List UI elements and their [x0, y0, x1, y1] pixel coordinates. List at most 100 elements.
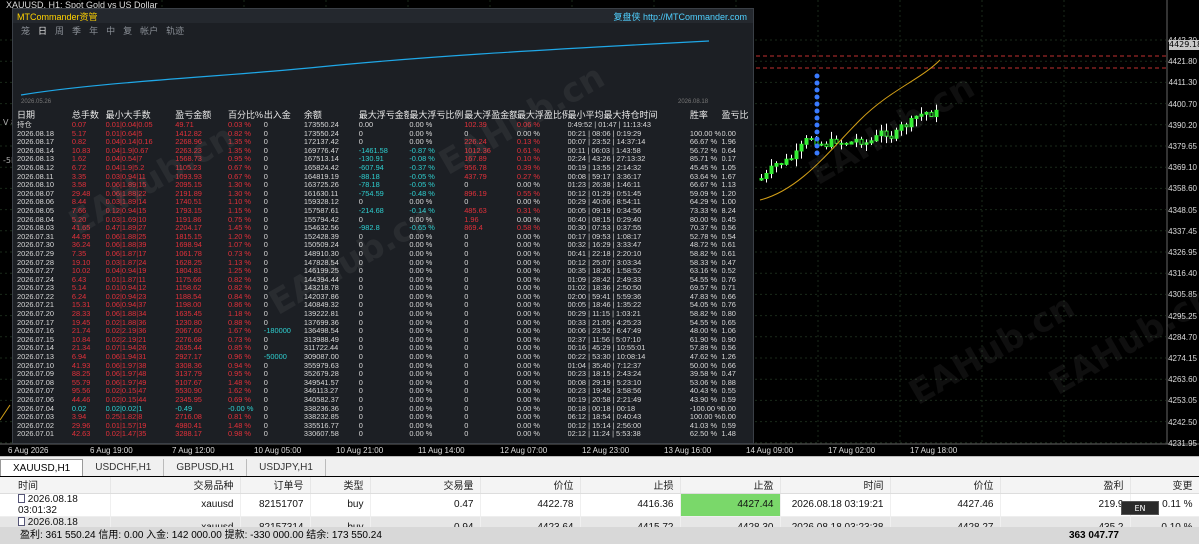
positions-column-header[interactable]: 盈利	[1000, 477, 1131, 494]
stats-cell: 0	[358, 370, 363, 379]
positions-column-header[interactable]: 时间	[0, 477, 111, 494]
stats-cell: 1568.73	[175, 155, 202, 164]
stats-cell: 1.67 %	[227, 327, 251, 336]
candle	[909, 117, 914, 128]
stats-cell: 0.82 %	[227, 129, 251, 138]
stats-cell: 44.46	[71, 396, 91, 404]
stats-cell: 0	[263, 430, 268, 439]
stats-cell: 167.89	[464, 155, 487, 164]
stats-cell: 0	[464, 198, 469, 207]
stats-cell: 6.24	[71, 292, 87, 301]
order-marker	[814, 80, 820, 86]
stats-cell: 0.82 %	[227, 275, 251, 284]
stats-cell: 0	[464, 275, 469, 284]
stats-cell: 0.00 %	[409, 267, 433, 276]
stats-cell: 00:05 | 09:19 | 0:34:56	[567, 206, 642, 215]
time-axis-label: 10 Aug 05:00	[254, 446, 302, 455]
stats-cell: 0.00 %	[409, 292, 433, 301]
symbol-tab[interactable]: XAUUSD,H1	[0, 459, 84, 476]
price-chart[interactable]: XAUUSD, H1: Spot Gold vs US Dollar 4442.…	[0, 0, 1199, 456]
stats-cell: 0.00 %	[409, 138, 433, 147]
symbol-tab[interactable]: USDJPY,H1	[247, 459, 326, 476]
stats-cell: 2026.08.05	[17, 206, 54, 215]
mtcommander-panel[interactable]: MTCommander资管 复盘侠 http://MTCommander.com…	[12, 8, 754, 444]
stats-cell: 21.34	[71, 344, 91, 353]
stats-cell: 0	[358, 353, 363, 362]
stats-cell: 1.96	[721, 138, 736, 147]
stats-row: 2026.07.17 19.45 0.02|1.88|36 1230.80 0.88 %…	[17, 319, 749, 328]
positions-column-header[interactable]: 时间	[780, 477, 891, 494]
stats-cell: 61.90 %	[689, 335, 718, 344]
panel-tab[interactable]: 季	[72, 24, 81, 36]
stats-cell: 0.02|1.88|36	[105, 318, 147, 327]
symbol-tab[interactable]: GBPUSD,H1	[164, 459, 248, 476]
stats-cell: 0	[464, 232, 469, 241]
stats-cell: 0.69 %	[227, 396, 251, 404]
stats-cell: 352679.28	[303, 370, 339, 379]
panel-tab[interactable]: 年	[89, 24, 98, 36]
symbol-tab[interactable]: USDCHF,H1	[83, 459, 165, 476]
order-marker	[814, 108, 820, 114]
language-badge[interactable]: EN	[1121, 501, 1159, 515]
stats-cell: 1.20	[721, 189, 736, 198]
positions-column-header[interactable]: 订单号	[240, 477, 311, 494]
stats-cell: 0	[358, 318, 363, 327]
candle	[799, 143, 804, 152]
positions-column-header[interactable]: 止损	[580, 477, 681, 494]
positions-column-header[interactable]: 类型	[310, 477, 371, 494]
stats-cell: 88.25	[71, 370, 91, 379]
positions-column-header[interactable]: 交易品种	[110, 477, 241, 494]
stats-cell: 00:40 | 08:15 | 0:29:40	[567, 215, 642, 224]
stats-cell: 1698.94	[175, 241, 202, 250]
stats-cell: 0.67 %	[227, 163, 251, 172]
stats-cell: 154632.56	[303, 224, 339, 233]
position-row[interactable]: 2026.08.18 03:01:32 xauusd 82151707 buy 0.47…	[0, 493, 1199, 517]
positions-column-header[interactable]: 止盈	[680, 477, 781, 494]
stats-cell: 0.00 %	[409, 198, 433, 207]
stats-cell: 00:08 | 29:19 | 5:23:10	[567, 378, 642, 387]
stats-cell: 0.17	[721, 155, 736, 164]
stats-cell: 3308.36	[175, 361, 202, 370]
panel-tab[interactable]: 帐户	[140, 24, 158, 36]
stats-cell: 0.00 %	[516, 232, 540, 241]
stats-cell: 53.06 %	[689, 378, 718, 387]
panel-tab[interactable]: 周	[55, 24, 64, 36]
stats-cell: 896.19	[464, 189, 487, 198]
panel-tab[interactable]: 日	[38, 24, 47, 36]
stats-cell: 0.06|1.94|31	[105, 353, 147, 362]
stats-cell: 0.61	[721, 249, 736, 258]
stats-cell: 持仓	[17, 121, 32, 129]
stats-cell: 63.64 %	[689, 172, 718, 181]
candle	[889, 135, 894, 139]
stats-cell: 349541.57	[303, 378, 339, 387]
stats-cell: 0.02|0.15|44	[105, 396, 147, 404]
positions-column-header[interactable]: 价位	[890, 477, 1001, 494]
stats-cell: 0	[358, 430, 363, 439]
stats-cell: 4980.41	[175, 421, 202, 430]
panel-tab[interactable]: 复	[123, 24, 132, 36]
panel-tab[interactable]: 轨迹	[166, 24, 184, 36]
stats-cell: 29.48	[71, 189, 91, 198]
stats-cell: 0	[263, 275, 268, 284]
positions-column-header[interactable]: 价位	[480, 477, 581, 494]
stats-cell: 0	[263, 404, 268, 413]
stats-cell: 311722.44	[303, 344, 339, 353]
stats-cell: 136498.54	[303, 327, 339, 336]
stats-cell: 0.00 %	[516, 310, 540, 319]
panel-tab[interactable]: 笼	[21, 24, 30, 36]
stats-cell: 165824.42	[303, 163, 339, 172]
stats-cell: 0.71	[721, 284, 736, 293]
stats-cell: 1.35 %	[227, 138, 251, 147]
panel-website-link[interactable]: 复盘侠 http://MTCommander.com	[613, 10, 747, 23]
stats-cell: 00:12 | 25:07 | 3:03:34	[567, 258, 642, 267]
position-cell: 4422.78	[480, 493, 581, 517]
stats-cell: 00:21 | 08:06 | 0:19:29	[567, 129, 642, 138]
stats-cell: 1804.81	[175, 267, 202, 276]
positions-column-header[interactable]: 变更	[1130, 477, 1199, 494]
candle	[774, 163, 779, 167]
stats-cell: 0.00 %	[409, 378, 433, 387]
positions-column-header[interactable]: 交易量	[370, 477, 481, 494]
panel-tab[interactable]: 中	[106, 24, 115, 36]
stats-cell: 313988.49	[303, 335, 339, 344]
stats-cell: 0	[263, 361, 268, 370]
